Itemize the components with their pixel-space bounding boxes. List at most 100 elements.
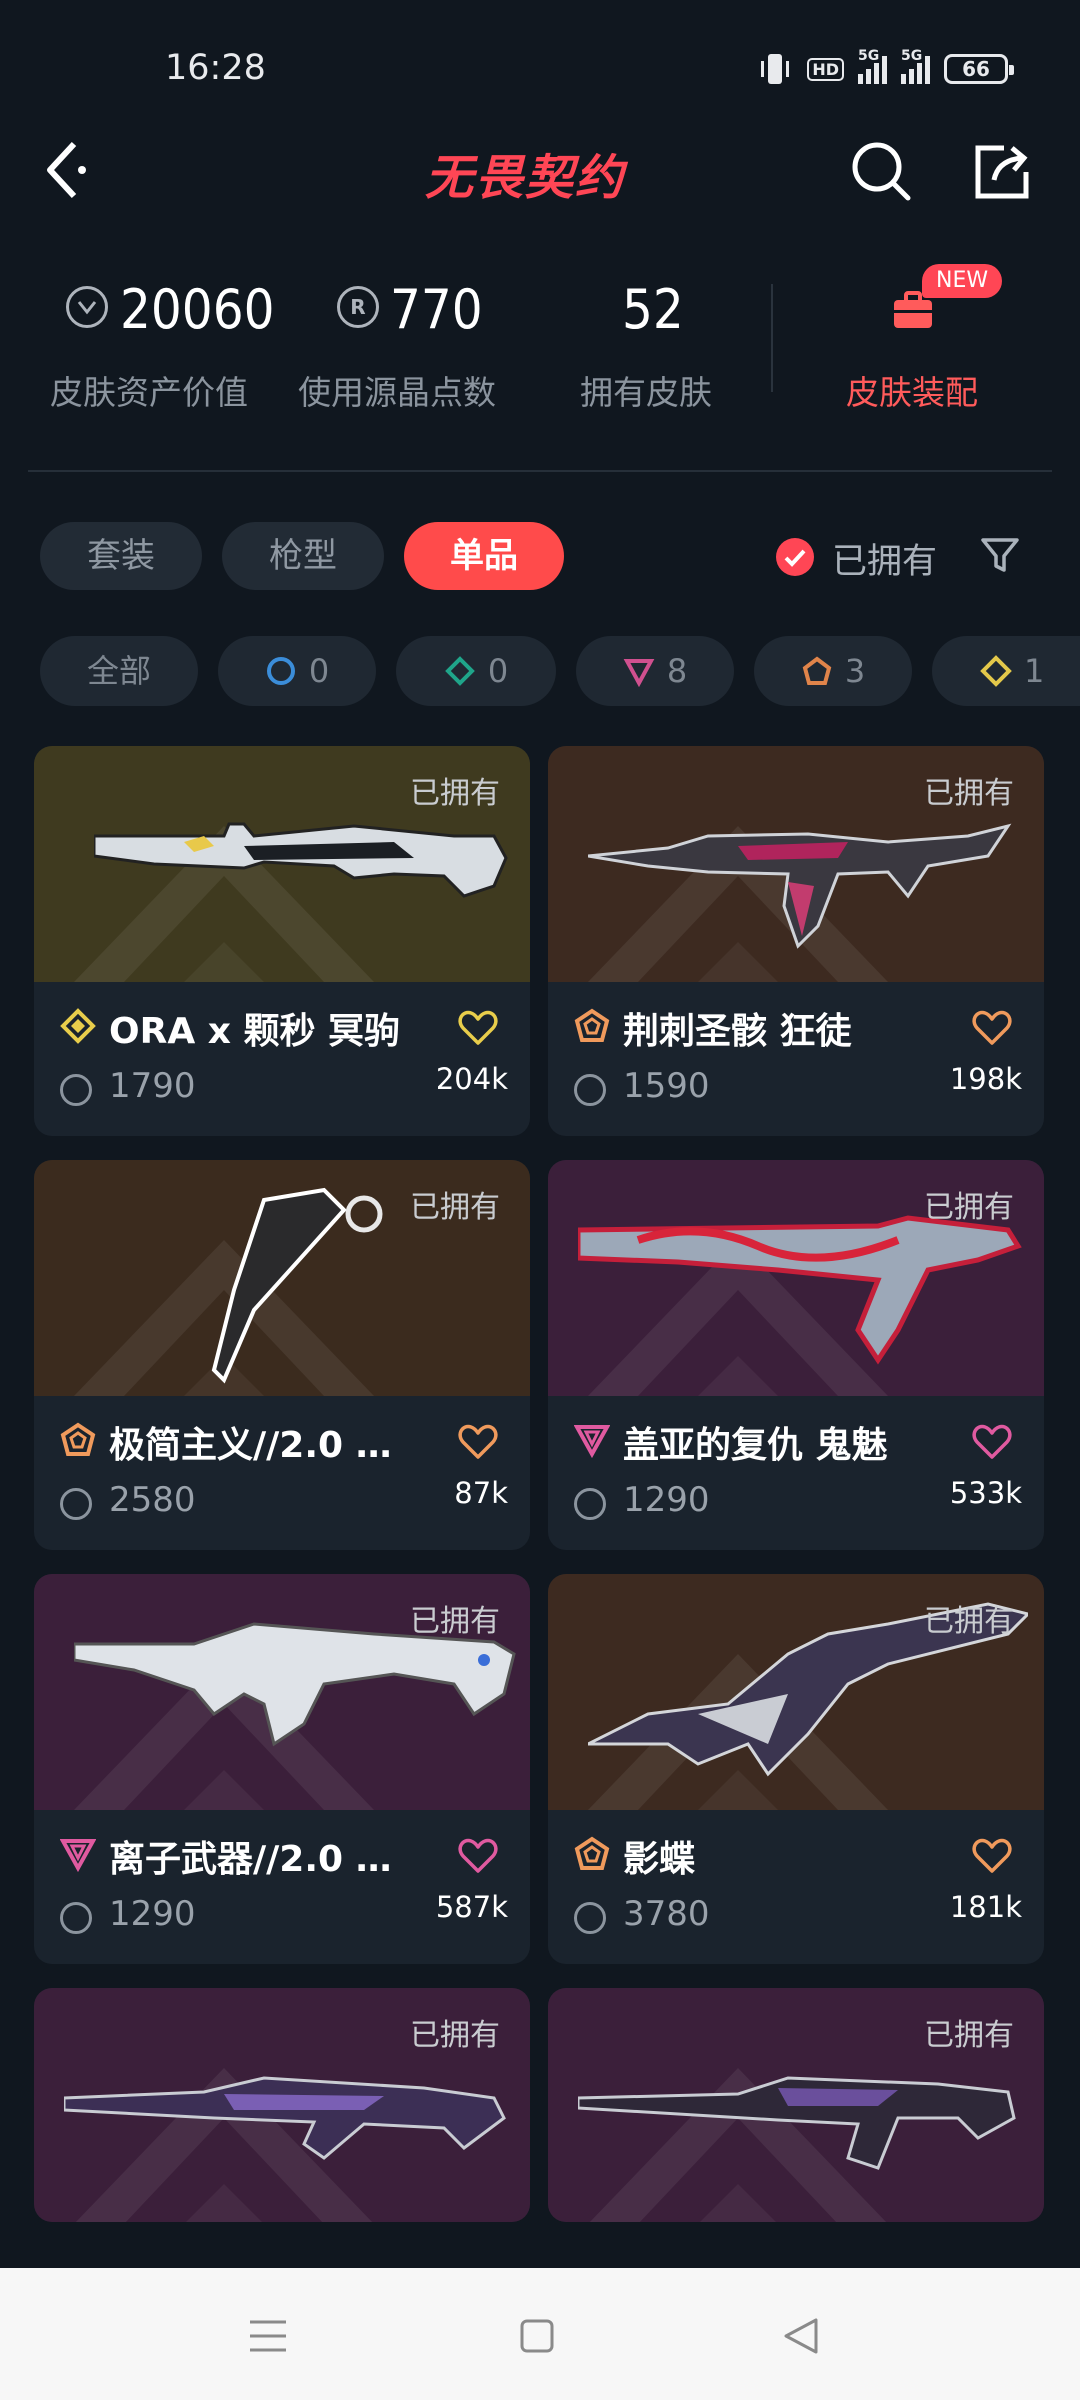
- vp-coin-icon: [60, 1074, 92, 1106]
- stats-divider: [771, 284, 773, 392]
- status-time: 16:28: [165, 48, 266, 88]
- skin-name: 盖亚的复仇 鬼魅: [623, 1425, 888, 1466]
- share-icon[interactable]: [972, 142, 1032, 202]
- premium-tier-icon: [574, 1425, 610, 1458]
- hd-icon: HD: [807, 57, 844, 81]
- exclusive-tier-icon: [574, 1008, 610, 1042]
- like-count: 533k: [949, 1476, 1022, 1510]
- back-triangle-icon[interactable]: [782, 2316, 822, 2356]
- page-title: 无畏契约: [425, 150, 626, 206]
- heart-icon[interactable]: [458, 1010, 498, 1046]
- like-count: 181k: [949, 1890, 1022, 1924]
- skin-image: 已拥有: [34, 1574, 530, 1810]
- radianite-icon: R: [337, 286, 379, 328]
- like-count: 587k: [435, 1890, 508, 1924]
- skin-image: 已拥有: [548, 746, 1044, 982]
- chip-deluxe-tier[interactable]: 0: [396, 636, 556, 706]
- owned-label: 已拥有: [924, 1190, 1014, 1225]
- vp-coin-icon: [574, 1488, 606, 1520]
- skin-card[interactable]: 已拥有 离子武器//2.0 狂... 1290 587k: [34, 1574, 530, 1964]
- asset-value-label: 皮肤资产价值: [50, 373, 248, 412]
- skin-card[interactable]: 已拥有: [548, 1988, 1044, 2222]
- battery-icon: 66: [944, 54, 1014, 84]
- vp-coin-icon: [66, 286, 108, 328]
- tab-weapon-type[interactable]: 枪型: [222, 522, 384, 590]
- chip-select-tier[interactable]: 0: [218, 636, 376, 706]
- system-nav-bar: [0, 2268, 1080, 2400]
- chip-all[interactable]: 全部: [40, 636, 198, 706]
- owned-label: 已拥有: [410, 2018, 500, 2053]
- owned-label: 已拥有: [410, 1604, 500, 1639]
- skin-price: 1590: [623, 1066, 710, 1106]
- skin-image: 已拥有: [548, 1988, 1044, 2222]
- skin-image: 已拥有: [34, 746, 530, 982]
- skin-image: 已拥有: [548, 1574, 1044, 1810]
- skin-price: 1290: [109, 1894, 196, 1934]
- deluxe-tier-icon: [444, 656, 475, 686]
- like-count: 204k: [435, 1062, 508, 1096]
- signal-icon: 5G: [858, 48, 887, 84]
- heart-icon[interactable]: [458, 1838, 498, 1874]
- chip-exclusive-tier[interactable]: 3: [754, 636, 912, 706]
- home-square-icon[interactable]: [519, 2318, 555, 2354]
- exclusive-tier-icon: [60, 1422, 96, 1456]
- owned-label: 已拥有: [924, 776, 1014, 811]
- tab-single-item[interactable]: 单品: [404, 522, 564, 590]
- back-chevron-icon[interactable]: [38, 130, 98, 210]
- owned-label: 已拥有: [410, 776, 500, 811]
- chip-ultra-tier[interactable]: 1: [932, 636, 1080, 706]
- header-divider: [28, 470, 1052, 472]
- skin-card[interactable]: 已拥有 盖亚的复仇 鬼魅 1290 533k: [548, 1160, 1044, 1550]
- vibrate-icon: [761, 54, 790, 84]
- skin-name: ORA x 颗秒 冥驹: [109, 1011, 401, 1052]
- skin-price: 3780: [623, 1894, 710, 1934]
- vp-coin-icon: [574, 1902, 606, 1934]
- heart-icon[interactable]: [972, 1010, 1012, 1046]
- owned-skins-value: 52: [622, 278, 684, 341]
- ultra-tier-icon: [980, 655, 1012, 687]
- select-tier-icon: [266, 657, 295, 685]
- skin-price: 1790: [109, 1066, 196, 1106]
- chip-premium-tier[interactable]: 8: [576, 636, 734, 706]
- vp-coin-icon: [60, 1488, 92, 1520]
- skin-name: 极简主义//2.0 爪...: [109, 1425, 424, 1466]
- filter-icon[interactable]: [980, 535, 1020, 575]
- skin-price: 2580: [109, 1480, 196, 1520]
- skin-card[interactable]: 已拥有 荆刺圣骸 狂徒 1590 198k: [548, 746, 1044, 1136]
- vp-coin-icon: [60, 1902, 92, 1934]
- skin-price: 1290: [623, 1480, 710, 1520]
- skin-card[interactable]: 已拥有 极简主义//2.0 爪... 2580 87k: [34, 1160, 530, 1550]
- radianite-label: 使用源晶点数: [298, 373, 496, 412]
- skin-name: 荆刺圣骸 狂徒: [623, 1011, 852, 1052]
- heart-icon[interactable]: [972, 1424, 1012, 1460]
- skin-card[interactable]: 已拥有: [34, 1988, 530, 2222]
- heart-icon[interactable]: [972, 1838, 1012, 1874]
- skin-name: 离子武器//2.0 狂...: [109, 1839, 424, 1880]
- skin-outfit-button[interactable]: 皮肤装配: [846, 366, 978, 414]
- tab-bundle[interactable]: 套装: [40, 522, 202, 590]
- like-count: 87k: [454, 1476, 508, 1510]
- owned-label: 已拥有: [924, 1604, 1014, 1639]
- skin-card[interactable]: 已拥有 影蝶 3780 181k: [548, 1574, 1044, 1964]
- owned-label: 已拥有: [410, 1190, 500, 1225]
- like-count: 198k: [949, 1062, 1022, 1096]
- search-icon[interactable]: [850, 140, 912, 202]
- skin-card[interactable]: 已拥有 ORA x 颗秒 冥驹 1790 204k: [34, 746, 530, 1136]
- status-bar: 16:28 HD 5G 5G 66: [0, 0, 1080, 140]
- menu-icon[interactable]: [248, 2316, 288, 2356]
- skin-image: 已拥有: [34, 1988, 530, 2222]
- asset-value: 20060: [120, 278, 275, 341]
- skin-image: 已拥有: [34, 1160, 530, 1396]
- skin-name: 影蝶: [623, 1839, 696, 1880]
- new-badge: NEW: [922, 264, 1003, 298]
- owned-filter-label[interactable]: 已拥有: [832, 533, 937, 584]
- status-icons: HD 5G 5G 66: [757, 48, 1014, 86]
- ultra-tier-icon: [60, 1008, 96, 1044]
- skin-image: 已拥有: [548, 1160, 1044, 1396]
- heart-icon[interactable]: [458, 1424, 498, 1460]
- owned-checkbox[interactable]: [776, 538, 814, 576]
- premium-tier-icon: [623, 659, 655, 687]
- vp-coin-icon: [574, 1074, 606, 1106]
- signal-icon-2: 5G: [901, 48, 930, 84]
- owned-label: 已拥有: [924, 2018, 1014, 2053]
